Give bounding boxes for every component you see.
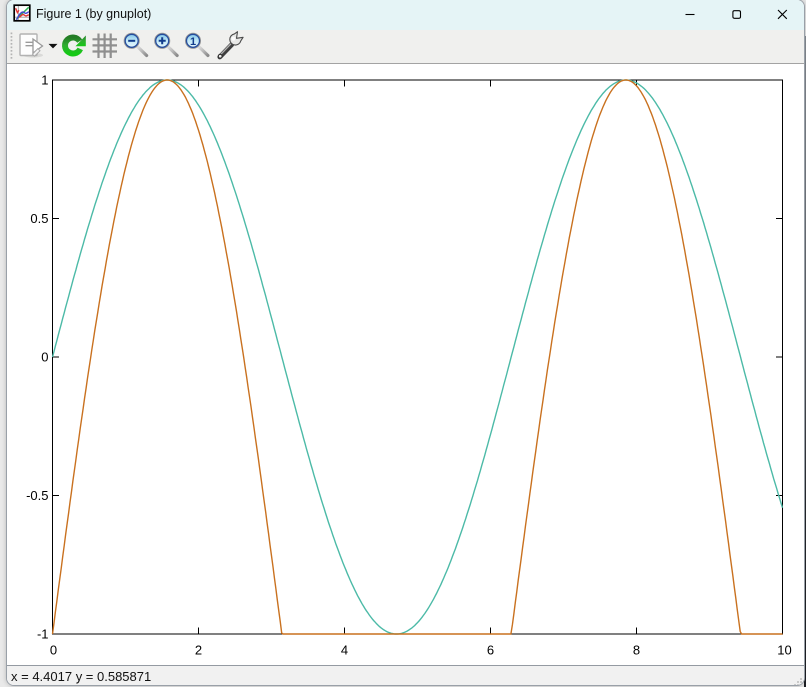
svg-text:8: 8 — [633, 643, 640, 658]
svg-text:2: 2 — [195, 643, 202, 658]
svg-text:1: 1 — [41, 73, 48, 88]
svg-text:0.5: 0.5 — [30, 211, 48, 226]
svg-text:1: 1 — [190, 36, 196, 48]
svg-text:0: 0 — [50, 643, 57, 658]
svg-text:6: 6 — [487, 643, 494, 658]
svg-text:-0.5: -0.5 — [26, 488, 48, 503]
svg-text:10: 10 — [777, 643, 791, 658]
svg-text:4: 4 — [341, 643, 348, 658]
svg-text:0: 0 — [41, 350, 48, 365]
svg-text:-1: -1 — [37, 627, 49, 642]
